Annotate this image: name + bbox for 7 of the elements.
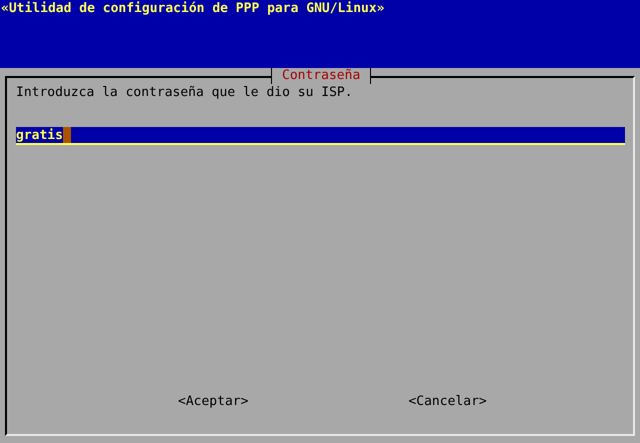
app-title: «Utilidad de configuración de PPP para GNU/Linux»	[1, 1, 385, 16]
dialog-title: Contraseña	[271, 68, 372, 84]
prompt-text: Introduzca la contraseña que le dio su ISP.	[16, 85, 353, 101]
dialog-button[interactable]: <Aceptar>	[178, 394, 248, 410]
text-cursor	[62, 127, 71, 143]
dialog-button[interactable]: <Cancelar>	[408, 394, 487, 410]
password-field[interactable]: gratis	[16, 127, 625, 145]
